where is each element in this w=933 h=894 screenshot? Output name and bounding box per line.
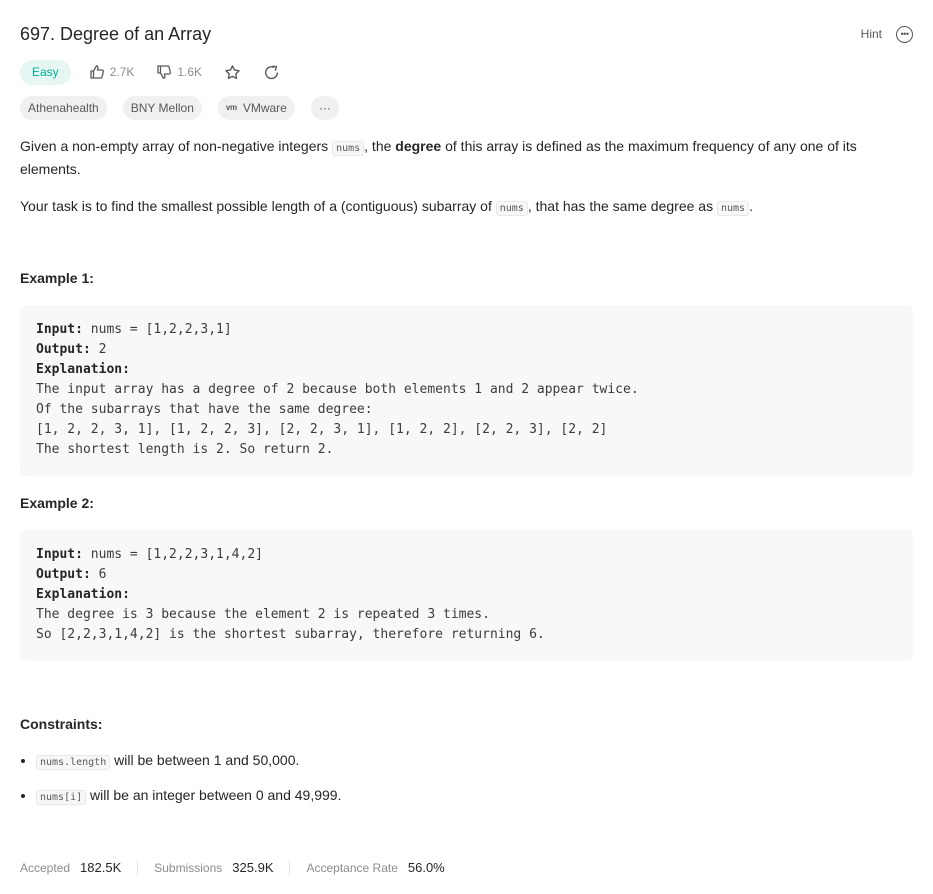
tag-vmware-label: VMware <box>242 101 287 115</box>
explanation-line: The input array has a degree of 2 becaus… <box>36 382 639 397</box>
like-count: 2.7K <box>109 65 135 79</box>
difficulty-badge: Easy <box>20 59 71 85</box>
submissions-value: 325.9K <box>232 860 274 875</box>
constraint-item: nums.length will be between 1 and 50,000… <box>36 750 341 773</box>
input-value: nums = [1,2,2,3,1] <box>82 322 232 337</box>
inline-code: nums <box>716 201 750 216</box>
output-label: Output: <box>36 342 91 357</box>
tag-athenahealth[interactable]: Athenahealth <box>20 96 107 120</box>
statement-paragraph-2: Your task is to find the smallest possib… <box>20 196 913 219</box>
thumbs-up-icon <box>90 65 104 79</box>
title-row: 697. Degree of an Array Hint ••• <box>20 20 913 48</box>
submission-stats: Accepted 182.5K Submissions 325.9K Accep… <box>20 860 445 875</box>
explanation-line: [1, 2, 2, 3, 1], [1, 2, 2, 3], [2, 2, 3,… <box>36 422 608 437</box>
example-1-title: Example 1: <box>20 270 94 286</box>
thumbs-down-icon <box>157 65 172 79</box>
example-2-block: Input: nums = [1,2,2,3,1,4,2] Output: 6 … <box>20 530 913 661</box>
inline-code: nums.length <box>36 755 111 770</box>
explanation-label: Explanation: <box>36 362 130 377</box>
problem-statement: Given a non-empty array of non-negative … <box>20 136 913 235</box>
explanation-line: The shortest length is 2. So return 2. <box>36 442 334 457</box>
text: , the <box>364 138 396 154</box>
constraints-list: nums.length will be between 1 and 50,000… <box>20 750 341 820</box>
text: Given a non-empty array of non-negative … <box>20 138 333 154</box>
example-1-block: Input: nums = [1,2,2,3,1] Output: 2 Expl… <box>20 305 913 476</box>
share-button[interactable] <box>263 64 280 81</box>
constraint-item: nums[i] will be an integer between 0 and… <box>36 785 341 808</box>
constraint-text: will be between 1 and 50,000. <box>110 752 300 768</box>
dislike-button[interactable]: 1.6K <box>156 64 202 80</box>
submissions-label: Submissions <box>154 860 223 875</box>
tag-bny-mellon[interactable]: BNY Mellon <box>122 96 202 120</box>
constraints-title: Constraints: <box>20 716 103 732</box>
input-value: nums = [1,2,2,3,1,4,2] <box>82 547 263 562</box>
vmware-logo-icon: vm <box>225 103 237 112</box>
inline-code: nums[i] <box>36 790 87 805</box>
problem-title[interactable]: 697. Degree of an Array <box>20 24 211 45</box>
input-label: Input: <box>36 547 83 562</box>
title-actions: Hint ••• <box>861 25 913 43</box>
meta-row: Easy 2.7K 1.6K <box>20 59 302 85</box>
output-label: Output: <box>36 567 91 582</box>
company-tags: Athenahealth BNY Mellon vm VMware ··· <box>20 96 339 120</box>
output-value: 2 <box>90 342 107 357</box>
text: . <box>749 198 753 214</box>
explanation-label: Explanation: <box>36 587 130 602</box>
statement-paragraph-1: Given a non-empty array of non-negative … <box>20 136 913 180</box>
constraint-text: will be an integer between 0 and 49,999. <box>86 787 342 803</box>
star-icon <box>225 64 240 79</box>
accepted-value: 182.5K <box>80 860 122 875</box>
output-value: 6 <box>90 567 107 582</box>
explanation-line: So [2,2,3,1,4,2] is the shortest subarra… <box>36 627 545 642</box>
inline-code: nums <box>332 141 365 156</box>
favorite-button[interactable] <box>224 64 241 81</box>
dislike-count: 1.6K <box>177 65 203 79</box>
more-tags-button[interactable]: ··· <box>310 96 339 120</box>
explanation-line: Of the subarrays that have the same degr… <box>36 402 373 417</box>
divider <box>289 860 291 875</box>
bold-term: degree <box>395 138 442 154</box>
text: , that has the same degree as <box>527 198 717 214</box>
tag-vmware[interactable]: vm VMware <box>217 96 295 120</box>
text: Your task is to find the smallest possib… <box>20 198 496 214</box>
like-button[interactable]: 2.7K <box>89 64 135 80</box>
example-2-title: Example 2: <box>20 495 94 511</box>
inline-code: nums <box>495 201 528 216</box>
acceptance-rate-value: 56.0% <box>407 860 445 875</box>
share-icon <box>265 65 279 79</box>
acceptance-rate-label: Acceptance Rate <box>306 860 398 875</box>
input-label: Input: <box>36 322 83 337</box>
more-options-icon[interactable]: ••• <box>896 25 913 43</box>
explanation-line: The degree is 3 because the element 2 is… <box>36 607 490 622</box>
hint-button[interactable]: Hint <box>861 27 882 41</box>
accepted-label: Accepted <box>20 860 71 875</box>
divider <box>137 860 139 875</box>
